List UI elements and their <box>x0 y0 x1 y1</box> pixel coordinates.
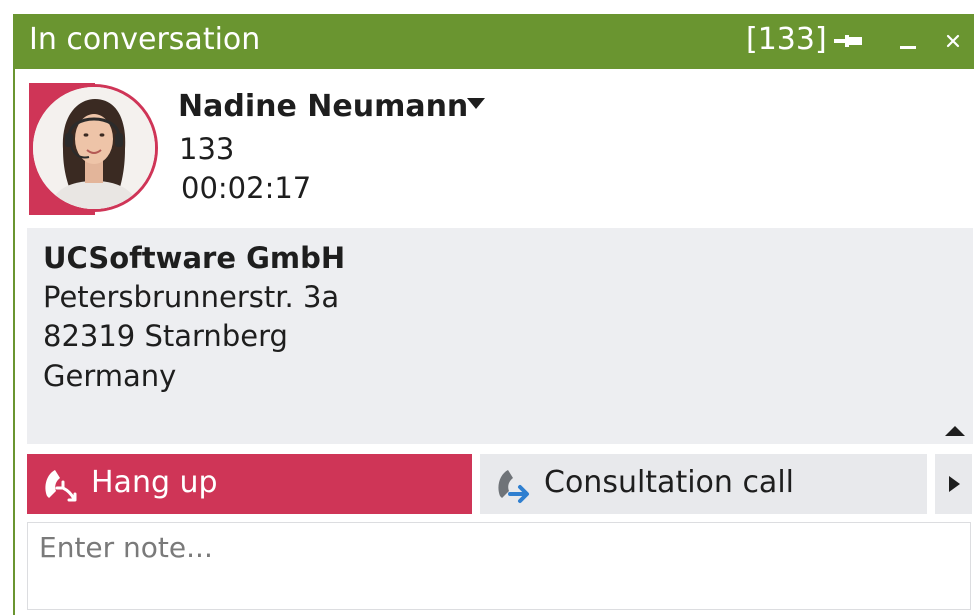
contact-name: Nadine Neumann <box>178 89 469 124</box>
call-duration: 00:02:17 <box>181 171 312 205</box>
contact-header: Nadine Neumann 133 00:02:17 <box>15 69 974 227</box>
hang-up-button[interactable]: Hang up <box>27 454 472 514</box>
hang-up-label: Hang up <box>91 465 218 500</box>
hangup-phone-icon <box>45 470 77 502</box>
pin-button[interactable] <box>831 24 867 58</box>
chevron-down-icon[interactable] <box>465 95 487 111</box>
transfer-phone-icon <box>498 470 529 503</box>
close-button[interactable] <box>938 24 968 58</box>
title-bar[interactable]: In conversation [133] <box>13 14 974 69</box>
avatar-photo <box>33 87 155 209</box>
conversation-window: In conversation [133] Nadine Neumann 133… <box>13 14 974 615</box>
note-input[interactable] <box>27 522 971 610</box>
address-city: 82319 Starnberg <box>43 319 288 353</box>
avatar <box>30 84 158 212</box>
chevron-right-icon <box>949 476 960 492</box>
more-actions-button[interactable] <box>935 454 972 514</box>
window-title: In conversation <box>29 22 261 57</box>
address-street: Petersbrunnerstr. 3a <box>43 280 340 314</box>
action-row: Hang up Consultation call <box>27 454 973 514</box>
address-panel: UCSoftware GmbH Petersbrunnerstr. 3a 823… <box>27 228 973 444</box>
address-country: Germany <box>43 359 177 393</box>
extension-label: [133] <box>746 22 827 57</box>
contact-number: 133 <box>179 132 235 166</box>
close-icon <box>946 34 960 48</box>
pin-icon <box>834 35 862 47</box>
consultation-call-button[interactable]: Consultation call <box>480 454 927 514</box>
minimize-button[interactable] <box>893 24 923 58</box>
minimize-icon <box>900 46 916 49</box>
company-name: UCSoftware GmbH <box>43 241 346 275</box>
consultation-call-label: Consultation call <box>544 465 794 500</box>
collapse-up-icon[interactable] <box>943 424 967 438</box>
